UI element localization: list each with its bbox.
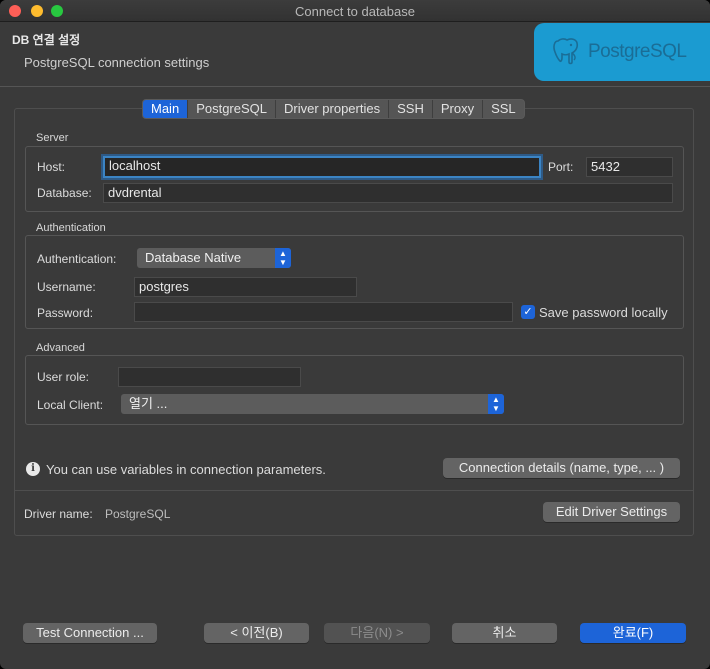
select-arrows-icon: ▲ ▼	[275, 248, 291, 268]
host-input[interactable]: localhost	[103, 156, 541, 178]
user-role-input[interactable]	[118, 367, 301, 387]
tab-ssh[interactable]: SSH	[389, 100, 433, 118]
username-label: Username:	[37, 280, 96, 294]
test-connection-button[interactable]: Test Connection ...	[23, 623, 157, 643]
postgresql-logo: PostgreSQL	[534, 23, 710, 81]
logo-text: PostgreSQL	[588, 41, 687, 62]
connect-dialog: Connect to database DB 연결 설정 PostgreSQL …	[0, 0, 710, 669]
tab-ssl[interactable]: SSL	[483, 100, 524, 118]
save-password-label[interactable]: Save password locally	[539, 305, 668, 320]
back-button[interactable]: < 이전(B)	[204, 623, 309, 643]
port-input[interactable]: 5432	[586, 157, 673, 177]
elephant-icon	[553, 38, 579, 65]
cancel-button[interactable]: 취소	[452, 623, 557, 643]
host-label: Host:	[37, 160, 66, 174]
driver-name-label: Driver name:	[24, 507, 93, 521]
local-client-select[interactable]: 열기 ... ▲ ▼	[121, 394, 504, 414]
divider	[15, 490, 693, 491]
info-icon: i	[26, 462, 40, 476]
tab-proxy[interactable]: Proxy	[433, 100, 484, 118]
title-bar: Connect to database	[0, 0, 710, 22]
driver-name-value: PostgreSQL	[105, 507, 171, 521]
authentication-label: Authentication:	[37, 252, 117, 266]
header-divider	[0, 86, 710, 87]
edit-driver-settings-button[interactable]: Edit Driver Settings	[543, 502, 680, 522]
authentication-select-value: Database Native	[145, 250, 242, 265]
tab-main[interactable]: Main	[143, 100, 189, 118]
password-input[interactable]	[134, 302, 513, 322]
authentication-select[interactable]: Database Native ▲ ▼	[137, 248, 291, 268]
select-arrows-icon: ▲ ▼	[488, 394, 504, 414]
tab-driver-properties[interactable]: Driver properties	[276, 100, 390, 118]
database-input[interactable]: dvdrental	[103, 183, 673, 203]
tab-bar: Main PostgreSQL Driver properties SSH Pr…	[142, 99, 525, 119]
dialog-header: DB 연결 설정 PostgreSQL connection settings …	[0, 22, 710, 86]
port-label: Port:	[548, 160, 574, 174]
header-subtitle: PostgreSQL connection settings	[24, 55, 210, 70]
local-client-select-value: 열기 ...	[129, 396, 168, 411]
auth-group-label: Authentication	[36, 222, 106, 234]
username-input[interactable]: postgres	[134, 277, 357, 297]
server-group-label: Server	[36, 132, 69, 144]
window-title: Connect to database	[295, 4, 415, 19]
password-label: Password:	[37, 306, 94, 320]
user-role-label: User role:	[37, 370, 90, 384]
save-password-checkbox[interactable]: ✓	[521, 305, 535, 319]
database-label: Database:	[37, 186, 92, 200]
advanced-group	[25, 355, 684, 425]
header-title: DB 연결 설정	[12, 33, 81, 47]
next-button[interactable]: 다음(N) >	[324, 623, 430, 643]
connection-details-button[interactable]: Connection details (name, type, ... )	[443, 458, 680, 478]
tab-postgresql[interactable]: PostgreSQL	[188, 100, 277, 118]
finish-button[interactable]: 완료(F)	[580, 623, 686, 643]
advanced-group-label: Advanced	[36, 342, 85, 354]
variables-info-text: You can use variables in connection para…	[46, 462, 326, 477]
local-client-label: Local Client:	[37, 398, 104, 412]
